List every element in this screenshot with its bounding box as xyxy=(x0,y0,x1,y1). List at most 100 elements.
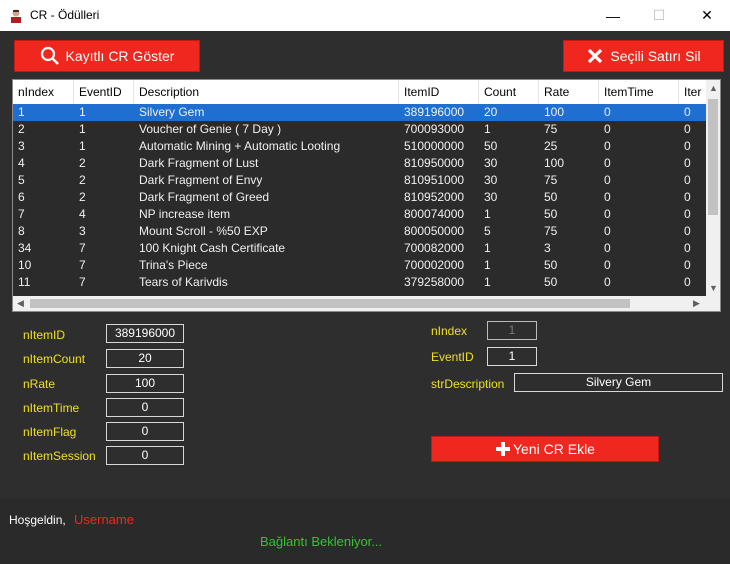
add-new-cr-button[interactable]: Yeni CR Ekle xyxy=(431,436,659,462)
cell-itemtime: 0 xyxy=(604,190,611,204)
cell-nindex: 7 xyxy=(18,207,25,221)
grid-body: 1 1 Silvery Gem 389196000 20 100 0 0 2 1 Voucher o… xyxy=(13,104,706,296)
cell-iter: 0 xyxy=(684,258,691,272)
cell-itemtime: 0 xyxy=(604,258,611,272)
cell-itemid: 379258000 xyxy=(404,275,465,289)
cell-description: Tears of Karivdis xyxy=(139,275,228,289)
table-row[interactable]: 2 1 Voucher of Genie ( 7 Day ) 700093000 1 75… xyxy=(13,121,706,138)
cell-itemid: 810950000 xyxy=(404,156,465,170)
cell-itemtime: 0 xyxy=(604,156,611,170)
cell-eventid: 3 xyxy=(79,224,86,238)
column-header-count[interactable]: Count xyxy=(479,80,539,104)
table-row[interactable]: 8 3 Mount Scroll - %50 EXP 800050000 5 75 0 0 xyxy=(13,223,706,240)
cell-nindex: 3 xyxy=(18,139,25,153)
nitemsession-label: nItemSession xyxy=(23,449,96,463)
cell-iter: 0 xyxy=(684,105,691,119)
horizontal-scrollbar[interactable]: ◀ ▶ xyxy=(13,296,706,311)
cell-itemid: 800074000 xyxy=(404,207,465,221)
cell-count: 30 xyxy=(484,190,498,204)
column-header-eventid[interactable]: EventID xyxy=(74,80,134,104)
table-row[interactable]: 34 7 100 Knight Cash Certificate 700082000 1… xyxy=(13,240,706,257)
delete-selected-row-button[interactable]: Seçili Satırı Sil xyxy=(563,40,724,72)
cell-itemid: 700093000 xyxy=(404,122,465,136)
cell-description: Silvery Gem xyxy=(139,105,205,119)
cell-itemid: 800050000 xyxy=(404,224,465,238)
strdescription-field[interactable]: Silvery Gem xyxy=(514,373,723,392)
cell-itemid: 510000000 xyxy=(404,139,465,153)
scroll-up-icon[interactable]: ▲ xyxy=(709,83,718,93)
cell-count: 1 xyxy=(484,207,491,221)
table-row[interactable]: 6 2 Dark Fragment of Greed 810952000 30 50 0 0 xyxy=(13,189,706,206)
cell-description: Mount Scroll - %50 EXP xyxy=(139,224,268,238)
status-bar xyxy=(0,499,730,564)
table-row[interactable]: 5 2 Dark Fragment of Envy 810951000 30 75 0 0 xyxy=(13,172,706,189)
table-row[interactable]: 1 1 Silvery Gem 389196000 20 100 0 0 xyxy=(13,104,706,121)
horizontal-scroll-thumb[interactable] xyxy=(30,299,630,308)
username-text: Username xyxy=(74,512,134,527)
table-row[interactable]: 10 7 Trina's Piece 700002000 1 50 0 0 xyxy=(13,257,706,274)
cell-eventid: 7 xyxy=(79,275,86,289)
column-header-itemid[interactable]: ItemID xyxy=(399,80,479,104)
connection-status: Bağlantı Bekleniyor... xyxy=(260,534,383,549)
welcome-text: Hoşgeldin, xyxy=(9,513,66,527)
cell-eventid: 4 xyxy=(79,207,86,221)
cell-iter: 0 xyxy=(684,156,691,170)
cell-itemid: 700082000 xyxy=(404,241,465,255)
minimize-button[interactable]: — xyxy=(590,0,636,31)
delete-selected-row-label: Seçili Satırı Sil xyxy=(610,48,701,64)
column-header-description[interactable]: Description xyxy=(134,80,399,104)
cell-count: 30 xyxy=(484,173,498,187)
close-button[interactable]: ✕ xyxy=(684,0,730,31)
cell-eventid: 2 xyxy=(79,173,86,187)
table-row[interactable]: 11 7 Tears of Karivdis 379258000 1 50 0 0 xyxy=(13,274,706,291)
vertical-scroll-thumb[interactable] xyxy=(708,99,718,215)
maximize-button[interactable]: ☐ xyxy=(636,0,682,31)
close-icon xyxy=(588,48,603,64)
cell-count: 30 xyxy=(484,156,498,170)
column-header-rate[interactable]: Rate xyxy=(539,80,599,104)
cell-description: Dark Fragment of Envy xyxy=(139,173,263,187)
cell-rate: 50 xyxy=(544,207,558,221)
nitemsession-field[interactable]: 0 xyxy=(106,446,184,465)
scroll-right-icon[interactable]: ▶ xyxy=(693,298,700,309)
scroll-left-icon[interactable]: ◀ xyxy=(17,298,24,309)
nitemtime-field[interactable]: 0 xyxy=(106,398,184,417)
nitemflag-field[interactable]: 0 xyxy=(106,422,184,441)
cell-description: Trina's Piece xyxy=(139,258,208,272)
nrate-field[interactable]: 100 xyxy=(106,374,184,393)
cell-itemtime: 0 xyxy=(604,122,611,136)
cell-eventid: 1 xyxy=(79,105,86,119)
app-icon xyxy=(11,9,21,23)
cell-nindex: 6 xyxy=(18,190,25,204)
column-header-nindex[interactable]: nIndex xyxy=(13,80,74,104)
cell-iter: 0 xyxy=(684,173,691,187)
table-row[interactable]: 3 1 Automatic Mining + Automatic Looting 51… xyxy=(13,138,706,155)
cell-itemtime: 0 xyxy=(604,275,611,289)
show-saved-cr-label: Kayıtlı CR Göster xyxy=(65,48,175,64)
eventid-field[interactable]: 1 xyxy=(487,347,537,366)
show-saved-cr-button[interactable]: Kayıtlı CR Göster xyxy=(14,40,200,72)
eventid-label: EventID xyxy=(431,350,474,364)
cell-rate: 100 xyxy=(544,156,565,170)
table-row[interactable]: 7 4 NP increase item 800074000 1 50 0 0 xyxy=(13,206,706,223)
cell-count: 1 xyxy=(484,241,491,255)
cell-nindex: 8 xyxy=(18,224,25,238)
nitemid-field[interactable]: 389196000 xyxy=(106,324,184,343)
rewards-grid[interactable]: nIndex EventID Description ItemID Count Rate I… xyxy=(12,79,721,312)
table-row[interactable]: 4 2 Dark Fragment of Lust 810950000 30 100 0 0 xyxy=(13,155,706,172)
background-pattern xyxy=(40,556,440,564)
cell-eventid: 2 xyxy=(79,190,86,204)
cell-itemtime: 0 xyxy=(604,173,611,187)
nitemcount-field[interactable]: 20 xyxy=(106,349,184,368)
scroll-down-icon[interactable]: ▼ xyxy=(709,283,718,293)
cell-nindex: 10 xyxy=(18,258,32,272)
cell-eventid: 2 xyxy=(79,156,86,170)
cell-itemid: 810952000 xyxy=(404,190,465,204)
cell-nindex: 11 xyxy=(18,275,31,289)
strdescription-label: strDescription xyxy=(431,377,505,391)
cell-eventid: 7 xyxy=(79,241,86,255)
cell-count: 50 xyxy=(484,139,498,153)
vertical-scrollbar[interactable]: ▲ ▼ xyxy=(706,80,720,296)
cell-nindex: 2 xyxy=(18,122,25,136)
column-header-itemtime[interactable]: ItemTime xyxy=(599,80,679,104)
